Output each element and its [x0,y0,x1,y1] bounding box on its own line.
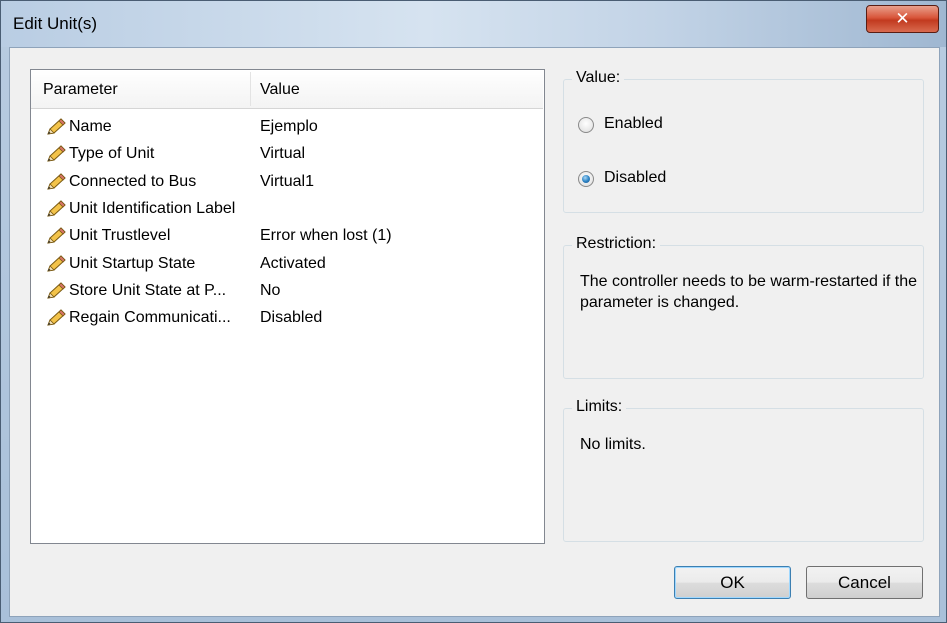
value-cell: Disabled [260,309,323,327]
restriction-text: The controller needs to be warm-restarte… [580,273,918,311]
parameter-cell: Store Unit State at P... [69,281,227,299]
value-group-label: Value: [572,69,625,87]
value-group: Value: Enabled Disabled [563,69,924,213]
table-row[interactable]: Connected to Bus Virtual1 [31,168,543,195]
value-cell: Ejemplo [260,118,318,135]
parameter-cell: Type of Unit [69,145,155,163]
radio-dot [582,175,590,183]
column-header-value[interactable]: Value [260,81,300,99]
radio-circle[interactable] [578,117,594,133]
pencil-icon [47,145,66,162]
table-row[interactable]: Unit Identification Label [31,195,543,222]
table-row[interactable]: Name Ejemplo [31,113,543,140]
table-row[interactable]: Unit Trustlevel Error when lost (1) [31,222,543,249]
pencil-icon [47,118,66,135]
column-header-parameter[interactable]: Parameter [43,81,118,99]
restriction-group: Restriction: The controller needs to be … [563,235,924,379]
table-row[interactable]: Unit Startup State Activated [31,250,543,277]
cancel-button[interactable]: Cancel [806,566,923,599]
edit-units-dialog: Edit Unit(s) ✕ Parameter Value Name Ejemp… [0,0,947,623]
pencil-icon [47,227,66,244]
radio-enabled[interactable]: Enabled [578,115,778,137]
pencil-icon [47,200,66,217]
parameter-cell: Unit Trustlevel [69,227,171,245]
close-button[interactable]: ✕ [866,5,939,33]
value-cell: No [260,281,281,299]
restriction-group-label: Restriction: [572,235,661,253]
parameter-cell: Name [69,118,112,135]
parameter-cell: Regain Communicati... [69,309,231,327]
title-bar[interactable]: Edit Unit(s) ✕ [1,1,946,47]
value-cell: Error when lost (1) [260,227,392,245]
limits-text: No limits. [580,436,646,453]
parameter-cell: Unit Identification Label [69,199,236,217]
radio-disabled-label[interactable]: Disabled [604,169,666,187]
pencil-icon [47,309,66,326]
window-title: Edit Unit(s) [13,14,98,33]
dialog-body: Parameter Value Name Ejemplo Type of Unit V… [9,47,940,617]
table-row[interactable]: Regain Communicati... Disabled [31,304,543,331]
parameter-list[interactable]: Parameter Value Name Ejemplo Type of Unit V… [30,69,545,544]
parameter-cell: Unit Startup State [69,254,196,272]
radio-disabled[interactable]: Disabled [578,169,778,191]
limits-group-label: Limits: [572,398,627,416]
table-row[interactable]: Store Unit State at P... No [31,277,543,304]
value-cell: Virtual1 [260,172,314,190]
pencil-icon [47,282,66,299]
table-row[interactable]: Type of Unit Virtual [31,140,543,167]
radio-circle[interactable] [578,171,594,187]
value-cell: Virtual [260,145,306,163]
ok-button[interactable]: OK [674,566,791,599]
column-divider[interactable] [250,72,251,106]
pencil-icon [47,254,66,272]
list-header: Parameter Value [31,70,543,109]
radio-enabled-label[interactable]: Enabled [604,115,663,133]
pencil-icon [47,172,66,190]
limits-group: Limits: No limits. [563,398,924,542]
value-cell: Activated [260,254,326,272]
parameter-cell: Connected to Bus [69,172,197,190]
